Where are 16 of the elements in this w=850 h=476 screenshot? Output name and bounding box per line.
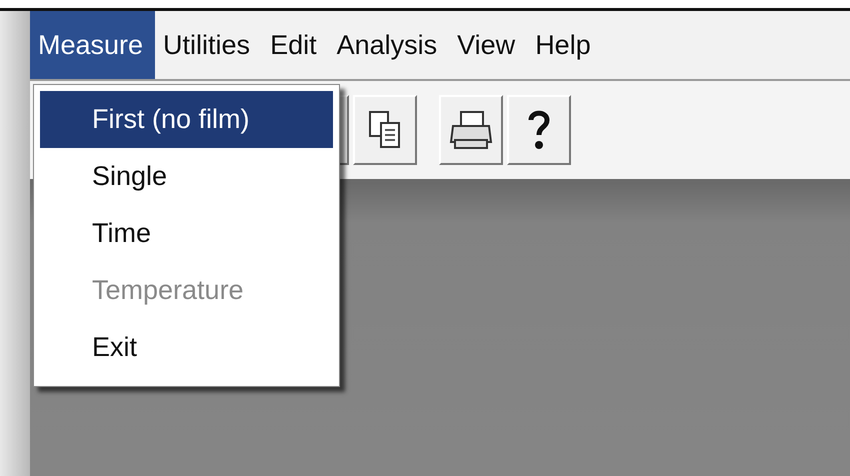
menu-bar-item[interactable]: Help	[527, 11, 603, 79]
question-mark-icon	[526, 108, 552, 152]
menu-bar-item[interactable]: Measure	[30, 11, 156, 79]
menu-item[interactable]: Time	[40, 205, 333, 262]
menu-item[interactable]: Single	[40, 148, 333, 205]
help-button[interactable]	[507, 95, 571, 165]
menu-bar-item[interactable]: View	[449, 11, 528, 79]
menu-item[interactable]: First (no film)	[40, 91, 333, 148]
menu-bar-item[interactable]: Utilities	[155, 11, 262, 79]
printer-icon	[449, 110, 493, 150]
menu-bar-item[interactable]: Edit	[262, 11, 329, 79]
print-button[interactable]	[439, 95, 503, 165]
copy-button[interactable]	[353, 95, 417, 165]
menu-item[interactable]: Exit	[40, 319, 333, 376]
copy-icon	[368, 110, 402, 150]
menu-bar-item[interactable]: Analysis	[328, 11, 450, 79]
